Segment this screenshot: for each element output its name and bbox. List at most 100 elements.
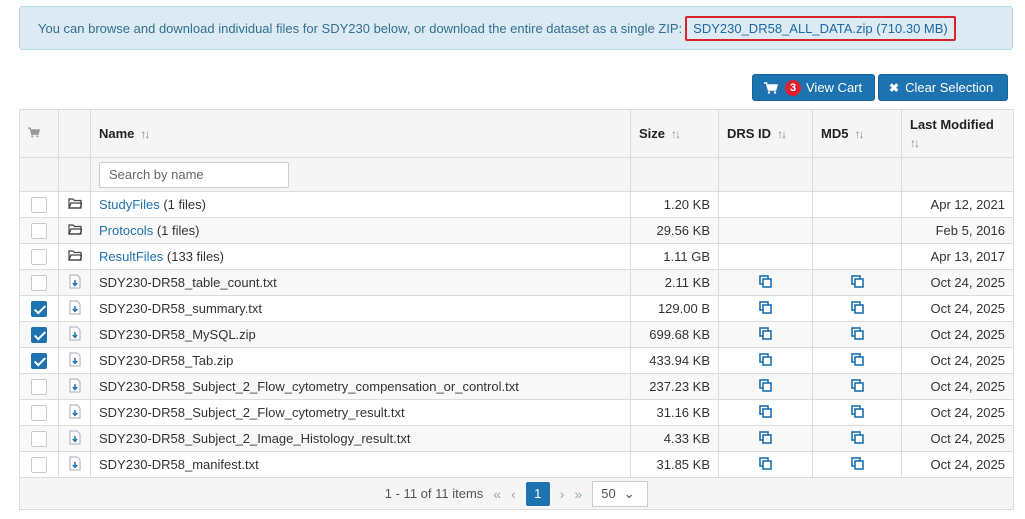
file-row[interactable]: SDY230-DR58_summary.txt 129.00 B Oct 24, 2… <box>19 295 1014 322</box>
clear-selection-button[interactable]: ✖ Clear Selection <box>878 74 1008 101</box>
download-zip-link[interactable]: SDY230_DR58_ALL_DATA.zip (710.30 MB) <box>685 15 956 41</box>
copy-md5-icon[interactable] <box>850 404 864 419</box>
folder-row[interactable]: ResultFiles (133 files) 1.11 GB Apr 13, 20… <box>19 243 1014 270</box>
md5-header-label: MD5 <box>821 126 849 141</box>
row-checkbox[interactable] <box>31 326 47 343</box>
file-name: SDY230-DR58_summary.txt <box>90 295 631 322</box>
row-checkbox[interactable] <box>31 352 47 369</box>
view-cart-button[interactable]: 3 View Cart <box>752 74 875 101</box>
folder-row[interactable]: StudyFiles (1 files) 1.20 KB Apr 12, 2021 <box>19 191 1014 218</box>
modified-cell: Apr 12, 2021 <box>901 191 1014 218</box>
size-column-header[interactable]: Size ↑↓ <box>630 109 719 158</box>
copy-md5-icon[interactable] <box>850 456 864 471</box>
next-page-button[interactable]: › <box>560 486 565 502</box>
name-column-header[interactable]: Name ↑↓ <box>90 109 631 158</box>
copy-drs-id-icon[interactable] <box>759 404 773 419</box>
copy-drs-id-icon[interactable] <box>759 430 773 445</box>
file-download-icon[interactable] <box>69 456 81 474</box>
row-checkbox[interactable] <box>31 378 47 395</box>
copy-drs-id-icon[interactable] <box>759 300 773 315</box>
row-checkbox[interactable] <box>31 430 47 447</box>
file-row[interactable]: SDY230-DR58_MySQL.zip 699.68 KB Oct 24, 20… <box>19 321 1014 348</box>
pager-summary: 1 - 11 of 11 items <box>384 486 484 501</box>
row-checkbox[interactable] <box>31 222 47 239</box>
size-cell: 699.68 KB <box>630 321 719 348</box>
drs-id-column-header[interactable]: DRS ID ↑↓ <box>718 109 813 158</box>
search-input[interactable] <box>99 161 289 188</box>
file-name: SDY230-DR58_Subject_2_Flow_cytometry_res… <box>90 399 631 426</box>
file-download-icon[interactable] <box>69 274 81 292</box>
file-download-icon[interactable] <box>69 300 81 318</box>
modified-cell: Oct 24, 2025 <box>901 295 1014 322</box>
modified-cell: Feb 5, 2016 <box>901 217 1014 244</box>
modified-cell: Oct 24, 2025 <box>901 269 1014 296</box>
folder-row[interactable]: Protocols (1 files) 29.56 KB Feb 5, 2016 <box>19 217 1014 244</box>
folder-link[interactable]: ResultFiles <box>99 249 163 264</box>
file-download-icon[interactable] <box>69 378 81 396</box>
folder-link[interactable]: StudyFiles <box>99 197 160 212</box>
close-icon: ✖ <box>889 80 900 95</box>
file-row[interactable]: SDY230-DR58_Subject_2_Image_Histology_re… <box>19 425 1014 452</box>
copy-drs-id-icon[interactable] <box>759 274 773 289</box>
file-download-icon[interactable] <box>69 352 81 370</box>
size-header-label: Size <box>639 126 666 141</box>
copy-md5-icon[interactable] <box>850 378 864 393</box>
copy-md5-icon[interactable] <box>850 274 864 289</box>
folder-count: (1 files) <box>156 223 200 238</box>
file-download-icon[interactable] <box>69 326 81 344</box>
page-1-button[interactable]: 1 <box>525 481 550 506</box>
file-download-icon[interactable] <box>69 430 81 448</box>
prev-page-button[interactable]: ‹ <box>511 486 516 502</box>
file-row[interactable]: SDY230-DR58_manifest.txt 31.85 KB Oct 24, … <box>19 451 1014 478</box>
copy-md5-icon[interactable] <box>850 430 864 445</box>
sort-icon[interactable]: ↑↓ <box>910 136 920 150</box>
row-checkbox[interactable] <box>31 196 47 213</box>
copy-md5-icon[interactable] <box>850 326 864 341</box>
file-row[interactable]: SDY230-DR58_Subject_2_Flow_cytometry_res… <box>19 399 1014 426</box>
cart-icon <box>28 127 41 138</box>
copy-drs-id-icon[interactable] <box>759 352 773 367</box>
clear-selection-label: Clear Selection <box>905 80 994 95</box>
folder-icon <box>67 223 83 238</box>
modified-cell: Apr 13, 2017 <box>901 243 1014 270</box>
modified-cell: Oct 24, 2025 <box>901 347 1014 374</box>
last-page-button[interactable]: » <box>574 486 582 502</box>
file-name: SDY230-DR58_MySQL.zip <box>90 321 631 348</box>
cart-icon <box>764 81 778 94</box>
folder-link[interactable]: Protocols <box>99 223 153 238</box>
last-modified-header-label: Last Modified <box>910 116 994 132</box>
file-name: SDY230-DR58_manifest.txt <box>90 451 631 478</box>
size-cell: 2.11 KB <box>630 269 719 296</box>
row-checkbox[interactable] <box>31 248 47 265</box>
last-modified-column-header[interactable]: Last Modified ↑↓ <box>901 109 1014 158</box>
file-name: SDY230-DR58_Tab.zip <box>90 347 631 374</box>
row-checkbox[interactable] <box>31 300 47 317</box>
row-checkbox[interactable] <box>31 274 47 291</box>
copy-drs-id-icon[interactable] <box>759 378 773 393</box>
file-row[interactable]: SDY230-DR58_Subject_2_Flow_cytometry_com… <box>19 373 1014 400</box>
folder-count: (133 files) <box>166 249 224 264</box>
file-name: SDY230-DR58_Subject_2_Image_Histology_re… <box>90 425 631 452</box>
file-row[interactable]: SDY230-DR58_Tab.zip 433.94 KB Oct 24, 2025 <box>19 347 1014 374</box>
copy-drs-id-icon[interactable] <box>759 456 773 471</box>
copy-drs-id-icon[interactable] <box>759 326 773 341</box>
modified-cell: Oct 24, 2025 <box>901 425 1014 452</box>
sort-icon[interactable]: ↑↓ <box>140 127 150 141</box>
sort-icon[interactable]: ↑↓ <box>671 127 681 141</box>
chevron-down-icon: ⌄ <box>623 485 635 501</box>
file-download-icon[interactable] <box>69 404 81 422</box>
row-checkbox[interactable] <box>31 456 47 473</box>
first-page-button[interactable]: « <box>493 486 501 502</box>
sort-icon[interactable]: ↑↓ <box>777 127 787 141</box>
copy-md5-icon[interactable] <box>850 352 864 367</box>
size-cell: 29.56 KB <box>630 217 719 244</box>
row-checkbox[interactable] <box>31 404 47 421</box>
file-name: SDY230-DR58_Subject_2_Flow_cytometry_com… <box>90 373 631 400</box>
sort-icon[interactable]: ↑↓ <box>854 127 864 141</box>
size-cell: 1.20 KB <box>630 191 719 218</box>
modified-cell: Oct 24, 2025 <box>901 321 1014 348</box>
md5-column-header[interactable]: MD5 ↑↓ <box>812 109 902 158</box>
copy-md5-icon[interactable] <box>850 300 864 315</box>
file-row[interactable]: SDY230-DR58_table_count.txt 2.11 KB Oct 24… <box>19 269 1014 296</box>
page-size-select[interactable]: 50 ⌄ <box>592 480 649 507</box>
